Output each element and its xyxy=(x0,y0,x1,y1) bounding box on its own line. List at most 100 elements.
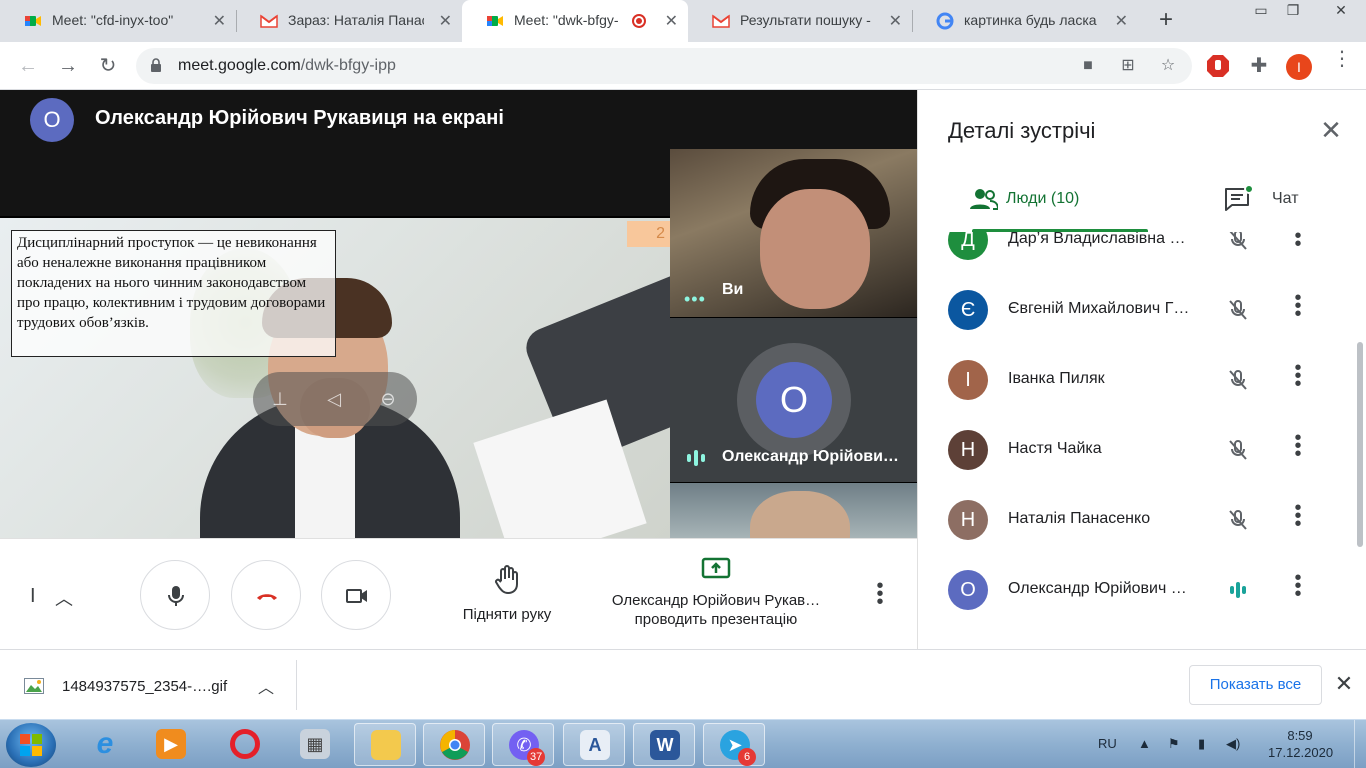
leave-call-button[interactable] xyxy=(231,560,301,630)
chrome-icon xyxy=(440,730,470,760)
speaking-bars-icon xyxy=(687,450,705,466)
participant-tile-other[interactable] xyxy=(670,483,917,538)
camera-button[interactable] xyxy=(321,560,391,630)
restore-icon[interactable]: ❐ xyxy=(1278,0,1308,22)
participant-more-icon[interactable]: ••• xyxy=(1288,358,1308,394)
download-file-name[interactable]: 1484937575_2354-….gif xyxy=(62,678,227,695)
people-icon xyxy=(970,189,998,210)
ie-icon: e xyxy=(96,727,114,760)
network-icon[interactable]: ▮ xyxy=(1198,736,1205,752)
taskbar-calculator[interactable]: ▦ xyxy=(284,723,346,766)
show-all-downloads-button[interactable]: Показать все xyxy=(1189,665,1322,705)
viber-badge: 37 xyxy=(527,748,546,766)
taskbar-word[interactable]: W xyxy=(633,723,695,766)
close-window-icon[interactable]: ✕ xyxy=(1326,0,1356,22)
tab-chat[interactable]: Чат xyxy=(1224,184,1324,230)
close-tab-icon[interactable]: ✕ xyxy=(889,11,902,31)
bookmark-star-icon[interactable]: ☆ xyxy=(1158,56,1178,76)
reload-icon[interactable]: ↻ xyxy=(94,52,122,80)
microphone-icon xyxy=(168,586,184,606)
taskbar-opera[interactable] xyxy=(214,723,276,766)
participant-more-icon[interactable]: ••• xyxy=(1288,232,1308,254)
raise-hand-button[interactable]: Підняти руку xyxy=(448,565,566,623)
close-tab-icon[interactable]: ✕ xyxy=(439,11,452,31)
show-desktop-button[interactable] xyxy=(1354,720,1366,768)
flag-icon[interactable]: ⚑ xyxy=(1168,736,1180,752)
taskbar-ie[interactable]: e xyxy=(74,723,136,766)
close-panel-icon[interactable]: ✕ xyxy=(1317,116,1345,144)
clock-time: 8:59 xyxy=(1287,728,1313,743)
browser-tab-google[interactable]: картинка будь ласка ✕ xyxy=(912,0,1138,42)
close-downloads-icon[interactable]: ✕ xyxy=(1332,672,1356,696)
participant-more-icon[interactable]: ••• xyxy=(1288,428,1308,464)
browser-tab-gmail-1[interactable]: Зараз: Наталія Панас ✕ xyxy=(236,0,462,42)
camera-indicator-icon[interactable]: ■ xyxy=(1078,56,1098,76)
back-icon[interactable]: ← xyxy=(14,52,42,80)
microphone-button[interactable] xyxy=(140,560,210,630)
chevron-up-icon[interactable]: ︿ xyxy=(258,674,274,698)
new-tab-button[interactable]: + xyxy=(1152,6,1180,34)
meet-icon xyxy=(25,16,41,26)
taskbar-chrome[interactable] xyxy=(423,723,485,766)
minimize-icon[interactable]: ▭ xyxy=(1246,0,1276,22)
taskbar-viber[interactable]: ✆ 37 xyxy=(492,723,554,766)
taskbar-telegram[interactable]: ➤ 6 xyxy=(703,723,765,766)
unread-dot xyxy=(1244,184,1254,194)
pin-icon[interactable]: ⊥ xyxy=(267,386,293,412)
participant-more-icon[interactable]: ••• xyxy=(1288,498,1308,534)
tab-title: Meet: "cfd-inyx-too" xyxy=(52,12,174,28)
opera-icon xyxy=(230,729,260,759)
tab-people[interactable]: Люди (10) xyxy=(970,186,1170,230)
tile-name: Ви xyxy=(722,281,744,298)
mute-speaker-icon[interactable]: ◁ xyxy=(321,386,347,412)
extensions-puzzle-icon[interactable]: ✚ xyxy=(1247,54,1271,78)
windows-taskbar: e ▶ ▦ ✆ 37 A W ➤ 6 RU ▲ ⚑ ▮ ◀) 8:59 17.1… xyxy=(0,719,1366,768)
hand-icon xyxy=(495,565,518,594)
browser-tab-meet-active[interactable]: Meet: "dwk-bfgy- ✕ xyxy=(462,0,688,42)
taskbar-explorer[interactable] xyxy=(354,723,416,766)
participant-tile-self[interactable]: ••• Ви xyxy=(670,149,917,317)
forward-icon[interactable]: → xyxy=(54,52,82,80)
participant-row[interactable]: Н Наталія Панасенко • • • xyxy=(918,498,1366,570)
chevron-up-icon[interactable]: ︿ xyxy=(55,585,73,611)
participant-row[interactable]: Є Євгеній Михайлович Г… • • • xyxy=(918,288,1366,360)
adblock-icon[interactable] xyxy=(1206,54,1230,78)
calculator-icon: ▦ xyxy=(300,729,330,759)
profile-avatar[interactable]: I xyxy=(1286,54,1312,80)
participant-name: Настя Чайка xyxy=(1008,440,1102,457)
close-tab-icon[interactable]: ✕ xyxy=(665,11,678,31)
close-tab-icon[interactable]: ✕ xyxy=(1115,11,1128,31)
participant-more-icon[interactable]: ••• xyxy=(1288,568,1308,604)
participant-row[interactable]: Н Настя Чайка • • • xyxy=(918,428,1366,500)
browser-menu-icon[interactable]: ⋮ xyxy=(1330,49,1354,78)
document-icon: A xyxy=(580,730,610,760)
participant-avatar: Д xyxy=(948,232,988,260)
browser-tab-meet-1[interactable]: Meet: "cfd-inyx-too" ✕ xyxy=(0,0,236,42)
participant-tile-presenter[interactable]: O Олександр Юрійови… xyxy=(670,318,917,482)
meeting-stage: O Олександр Юрійович Рукавиця на екрані … xyxy=(0,90,917,538)
participant-row[interactable]: І Іванка Пиляк • • • xyxy=(918,358,1366,430)
meeting-details-text[interactable]: I xyxy=(30,585,36,608)
presenting-indicator[interactable]: Олександр Юрійович Рукав… проводить през… xyxy=(594,557,838,628)
taskbar-document[interactable]: A xyxy=(563,723,625,766)
start-button[interactable] xyxy=(6,723,56,767)
taskbar-media-player[interactable]: ▶ xyxy=(140,723,202,766)
more-options-icon[interactable]: • • • xyxy=(868,576,892,612)
tray-expand-icon[interactable]: ▲ xyxy=(1138,736,1151,751)
panel-scrollbar[interactable] xyxy=(1357,342,1363,547)
translate-icon[interactable]: ⊞ xyxy=(1118,56,1138,76)
participant-row[interactable]: О Олександр Юрійович … • • • xyxy=(918,568,1366,640)
participant-more-icon[interactable]: ••• xyxy=(1288,288,1308,324)
close-tab-icon[interactable]: ✕ xyxy=(213,11,226,31)
participant-row[interactable]: Д Дар’я Владиславівна … ••• xyxy=(918,232,1366,290)
hang-up-icon xyxy=(257,594,277,600)
language-indicator[interactable]: RU xyxy=(1098,736,1117,751)
browser-tab-gmail-2[interactable]: Результати пошуку - ✕ xyxy=(688,0,912,42)
volume-icon[interactable]: ◀) xyxy=(1226,736,1240,752)
url-path: /dwk-bfgy-ipp xyxy=(300,57,396,74)
tile-name: Олександр Юрійови… xyxy=(722,448,899,465)
address-bar[interactable]: meet.google.com/dwk-bfgy-ipp ■ ⊞ ☆ xyxy=(136,48,1192,84)
system-clock[interactable]: 8:59 17.12.2020 xyxy=(1268,727,1333,761)
remove-icon[interactable]: ⊖ xyxy=(375,386,401,412)
speaking-bars-icon xyxy=(1230,582,1246,598)
